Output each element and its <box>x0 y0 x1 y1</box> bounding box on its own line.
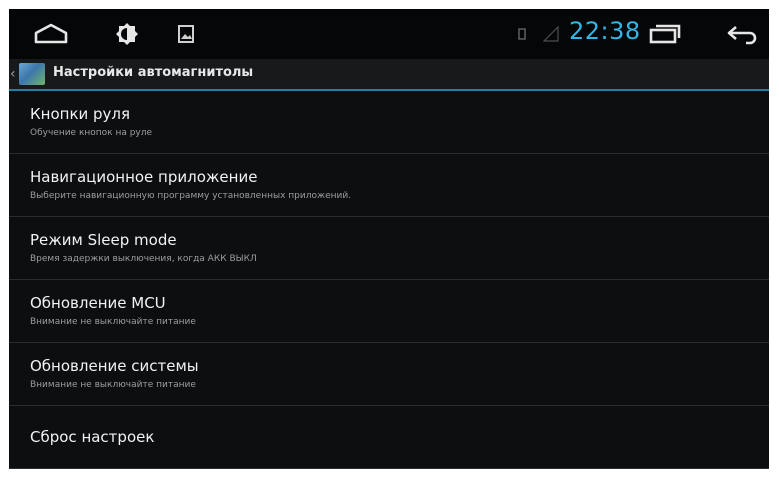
setting-title: Обновление MCU <box>30 294 166 312</box>
setting-system-update[interactable]: Обновление системы Внимание не выключайт… <box>9 343 769 406</box>
setting-title: Обновление системы <box>30 357 199 375</box>
setting-title: Навигационное приложение <box>30 168 258 186</box>
setting-summary: Внимание не выключайте питание <box>30 317 196 327</box>
setting-summary: Обучение кнопок на руле <box>30 128 153 138</box>
up-caret-icon[interactable]: ‹ <box>10 66 16 82</box>
setting-summary: Внимание не выключайте питание <box>30 380 196 390</box>
recent-apps-icon[interactable] <box>647 19 683 49</box>
setting-summary: Выберите навигационную программу установ… <box>30 191 352 201</box>
setting-steering-buttons[interactable]: Кнопки руля Обучение кнопок на руле <box>9 91 769 154</box>
home-icon[interactable] <box>31 19 71 49</box>
action-bar: ‹ Настройки автомагнитолы <box>9 59 769 91</box>
clock: 22:38 <box>569 17 641 45</box>
back-icon[interactable] <box>725 19 759 49</box>
setting-summary: Время задержки выключения, когда АКК ВЫК… <box>30 254 257 264</box>
setting-title: Режим Sleep mode <box>30 231 177 249</box>
signal-icon <box>541 19 561 49</box>
screen: 22:38 ‹ Настройки автомагнитолы Кнопки р… <box>9 9 769 469</box>
setting-title: Кнопки руля <box>30 105 131 123</box>
brightness-icon[interactable] <box>113 19 141 49</box>
setting-sleep-mode[interactable]: Режим Sleep mode Время задержки выключен… <box>9 217 769 280</box>
status-bar: 22:38 <box>9 9 769 59</box>
setting-factory-reset[interactable]: Сброс настроек <box>9 406 769 469</box>
setting-navigation-app[interactable]: Навигационное приложение Выберите навига… <box>9 154 769 217</box>
sim-icon <box>517 19 527 49</box>
gallery-icon[interactable] <box>175 19 197 49</box>
car-settings-app-icon[interactable] <box>19 63 45 85</box>
setting-title: Сброс настроек <box>30 428 155 446</box>
setting-mcu-update[interactable]: Обновление MCU Внимание не выключайте пи… <box>9 280 769 343</box>
settings-list: Кнопки руля Обучение кнопок на руле Нави… <box>9 91 769 469</box>
action-bar-title: Настройки автомагнитолы <box>53 65 254 80</box>
